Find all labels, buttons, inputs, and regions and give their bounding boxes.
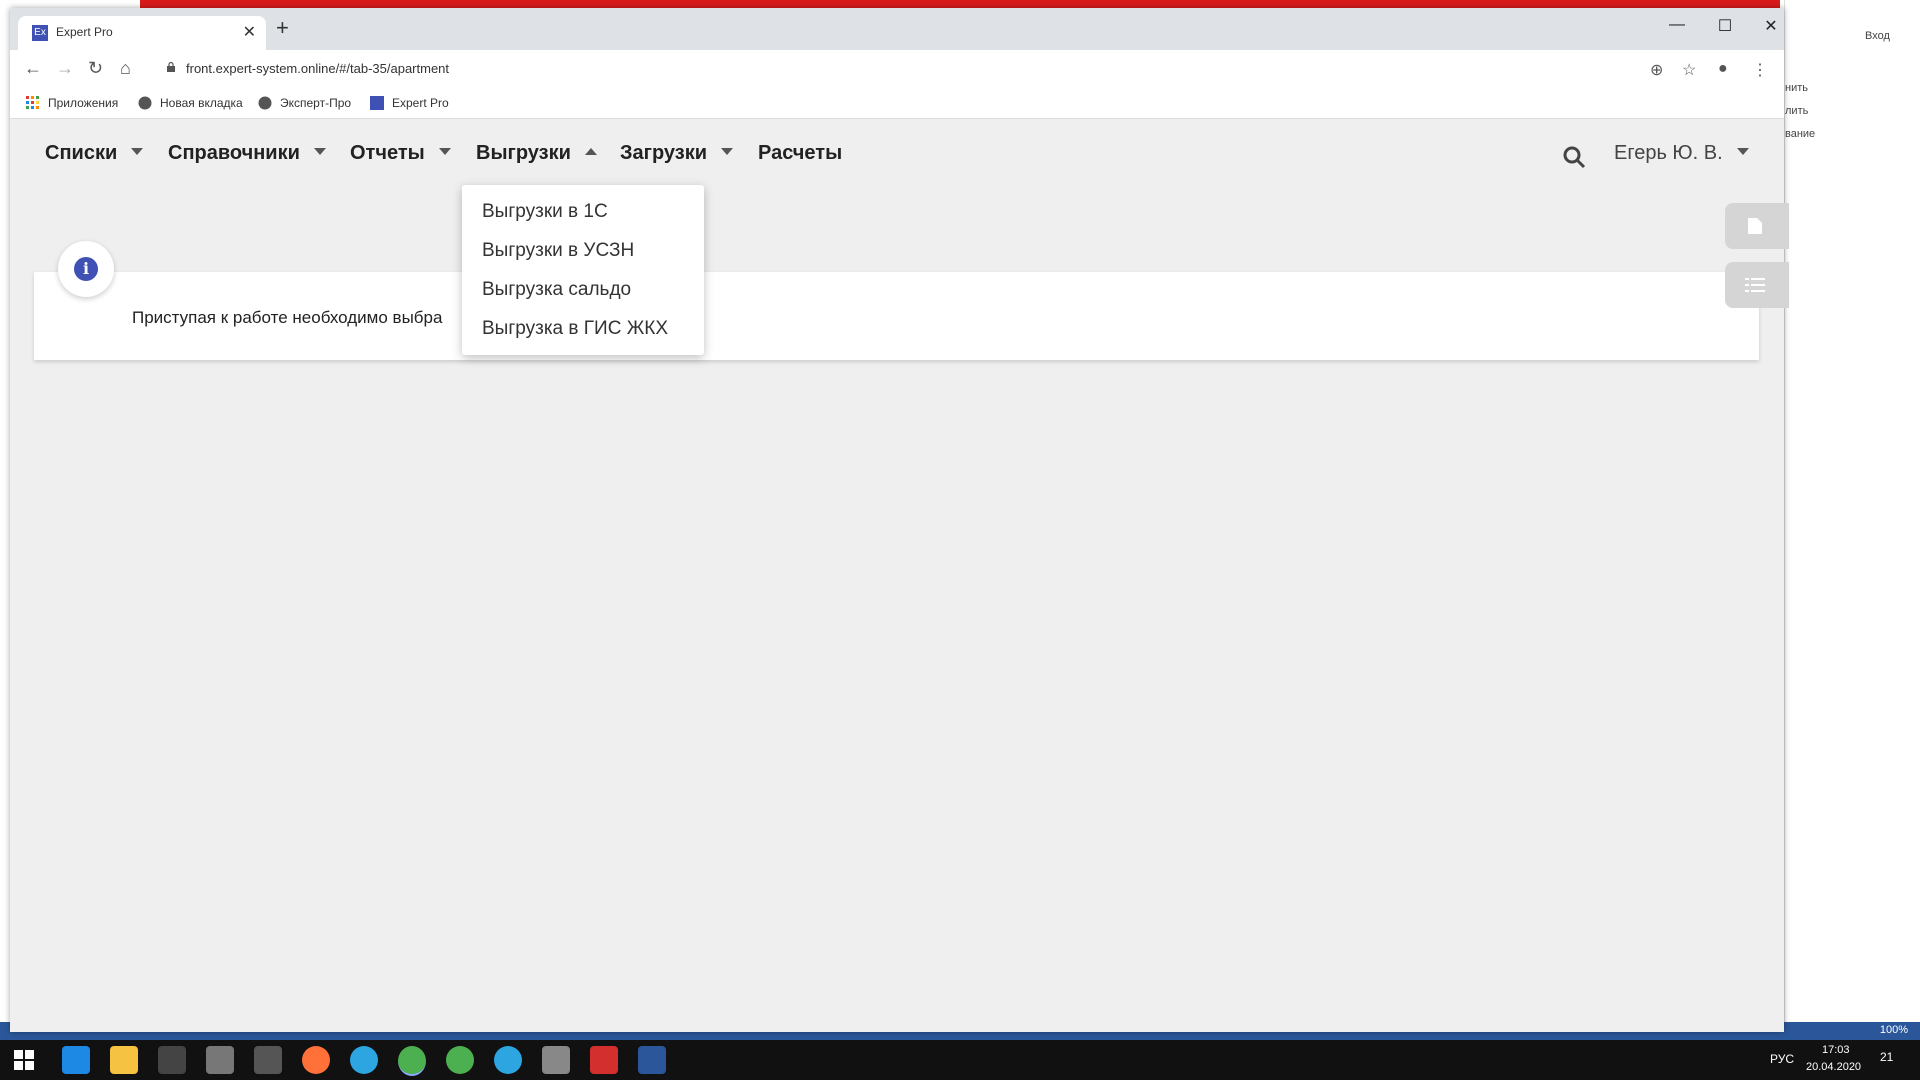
lock-icon xyxy=(167,62,175,72)
caret-down-icon xyxy=(131,148,144,155)
caret-down-icon xyxy=(721,148,734,155)
background-ribbon-pane: Вход нить лить вание xyxy=(1784,0,1920,1040)
caret-down-icon xyxy=(1736,148,1749,155)
apps-icon xyxy=(26,96,39,109)
search-icon[interactable] xyxy=(1562,145,1586,169)
language-indicator[interactable]: РУС xyxy=(1770,1052,1794,1066)
user-name: Егерь Ю. В. xyxy=(1614,142,1723,164)
windows-start-icon[interactable] xyxy=(14,1050,34,1070)
menu-exports[interactable]: Выгрузки xyxy=(476,142,597,165)
clock-time[interactable]: 17:03 xyxy=(1822,1044,1850,1056)
caret-down-icon xyxy=(313,148,326,155)
home-icon[interactable]: ⌂ xyxy=(120,58,131,79)
ribbon-snippet: вание xyxy=(1785,128,1816,140)
dropdown-item[interactable]: Выгрузки в УСЗН xyxy=(482,240,634,262)
pdf-reader-icon[interactable] xyxy=(590,1046,618,1074)
menu-calculations[interactable]: Расчеты xyxy=(758,142,842,165)
minimize-button[interactable]: — xyxy=(1662,16,1692,34)
browser-titlebar: Ex Expert Pro ✕ + — ☐ ✕ xyxy=(10,8,1784,50)
firefox-icon[interactable] xyxy=(302,1046,330,1074)
notification-count[interactable]: 21 xyxy=(1880,1050,1893,1064)
back-icon[interactable]: ← xyxy=(24,58,42,79)
info-badge: i xyxy=(58,241,114,297)
bookmark-label: Эксперт-Про xyxy=(280,96,352,110)
url-text[interactable]: front.expert-system.online/#/tab-35/apar… xyxy=(186,61,449,76)
dropdown-item[interactable]: Выгрузка в ГИС ЖКХ xyxy=(482,318,668,340)
dropdown-item[interactable]: Выгрузки в 1С xyxy=(482,201,608,223)
menu-label: Выгрузки xyxy=(476,142,571,164)
info-icon: i xyxy=(74,257,98,281)
store-icon[interactable] xyxy=(254,1046,282,1074)
globe-icon xyxy=(258,96,272,110)
menu-label: Отчеты xyxy=(350,142,425,164)
checklist-side-button[interactable] xyxy=(1725,262,1789,308)
bookmark-new-tab[interactable]: Новая вкладка xyxy=(138,96,243,110)
bookmark-star-icon[interactable]: ☆ xyxy=(1682,60,1696,80)
menu-label: Загрузки xyxy=(620,142,708,164)
ribbon-snippet: нить xyxy=(1785,82,1808,94)
telegram-icon[interactable] xyxy=(350,1046,378,1074)
home-app-icon[interactable] xyxy=(542,1046,570,1074)
background-title-bar xyxy=(140,0,1780,8)
dropdown-item[interactable]: Выгрузка сальдо xyxy=(482,279,631,301)
ribbon-snippet: лить xyxy=(1785,105,1809,117)
bookmark-label: Приложения xyxy=(48,96,119,110)
menu-label: Справочники xyxy=(168,142,300,164)
file-explorer-icon[interactable] xyxy=(110,1046,138,1074)
browser-tab[interactable]: Ex Expert Pro ✕ xyxy=(18,16,266,50)
document-side-button[interactable] xyxy=(1725,203,1789,249)
exports-dropdown: Выгрузки в 1С Выгрузки в УСЗН Выгрузка с… xyxy=(462,185,704,355)
menu-imports[interactable]: Загрузки xyxy=(620,142,734,165)
expert-favicon-icon: Ex xyxy=(32,25,48,41)
browser-window: Ex Expert Pro ✕ + — ☐ ✕ ← → ↻ ⌂ front.ex… xyxy=(10,8,1789,1032)
paint-icon[interactable] xyxy=(206,1046,234,1074)
word-icon[interactable] xyxy=(638,1046,666,1074)
edge-icon[interactable] xyxy=(62,1046,90,1074)
signin-label[interactable]: Вход xyxy=(1865,30,1890,42)
caret-down-icon xyxy=(438,148,451,155)
menu-directories[interactable]: Справочники xyxy=(168,142,326,165)
chrome-icon[interactable] xyxy=(398,1046,426,1076)
menu-reports[interactable]: Отчеты xyxy=(350,142,451,165)
zoom-icon[interactable]: ⊕ xyxy=(1650,60,1663,80)
close-tab-icon[interactable]: ✕ xyxy=(243,22,256,42)
globe-icon xyxy=(138,96,152,110)
main-menu-bar: Списки Справочники Отчеты Выгрузки Загру… xyxy=(10,119,1784,189)
calculator-icon[interactable] xyxy=(158,1046,186,1074)
taskbar: РУС 17:03 20.04.2020 21 xyxy=(0,1040,1920,1080)
user-menu[interactable]: Егерь Ю. В. xyxy=(1614,142,1749,165)
address-bar[interactable]: front.expert-system.online/#/tab-35/apar… xyxy=(160,56,1640,82)
document-icon xyxy=(1748,218,1762,234)
info-card: Приступая к работе необходимо выбра xyxy=(34,272,1759,360)
profile-icon[interactable]: ● xyxy=(1718,60,1728,78)
telegram-icon[interactable] xyxy=(494,1046,522,1074)
bookmark-expert-pro-ru[interactable]: Эксперт-Про xyxy=(258,96,351,110)
info-message: Приступая к работе необходимо выбра xyxy=(132,308,443,327)
forward-icon[interactable]: → xyxy=(56,58,74,79)
zoom-level: 100% xyxy=(1879,1024,1908,1036)
reload-icon[interactable]: ↻ xyxy=(88,58,103,79)
expert-favicon-icon xyxy=(370,96,384,110)
checklist-icon xyxy=(1745,278,1765,292)
menu-label: Списки xyxy=(45,142,118,164)
caret-up-icon xyxy=(584,148,597,155)
bookmark-label: Новая вкладка xyxy=(160,96,243,110)
app-page: Списки Справочники Отчеты Выгрузки Загру… xyxy=(10,119,1789,1032)
mail-agent-icon[interactable] xyxy=(446,1046,474,1074)
maximize-button[interactable]: ☐ xyxy=(1710,16,1740,36)
bookmarks-bar: Приложения Новая вкладка Эксперт-Про Exp… xyxy=(10,88,1784,119)
tab-title: Expert Pro xyxy=(56,25,113,39)
browser-toolbar: ← → ↻ ⌂ front.expert-system.online/#/tab… xyxy=(10,50,1784,88)
close-window-button[interactable]: ✕ xyxy=(1756,16,1786,36)
clock-date[interactable]: 20.04.2020 xyxy=(1806,1061,1861,1073)
bookmark-label: Expert Pro xyxy=(392,96,449,110)
bookmark-expert-pro[interactable]: Expert Pro xyxy=(370,96,449,110)
menu-lists[interactable]: Списки xyxy=(45,142,144,165)
bookmark-apps[interactable]: Приложения xyxy=(26,96,118,110)
menu-kebab-icon[interactable]: ⋮ xyxy=(1752,60,1768,80)
new-tab-button[interactable]: + xyxy=(276,17,289,39)
menu-label: Расчеты xyxy=(758,142,843,164)
